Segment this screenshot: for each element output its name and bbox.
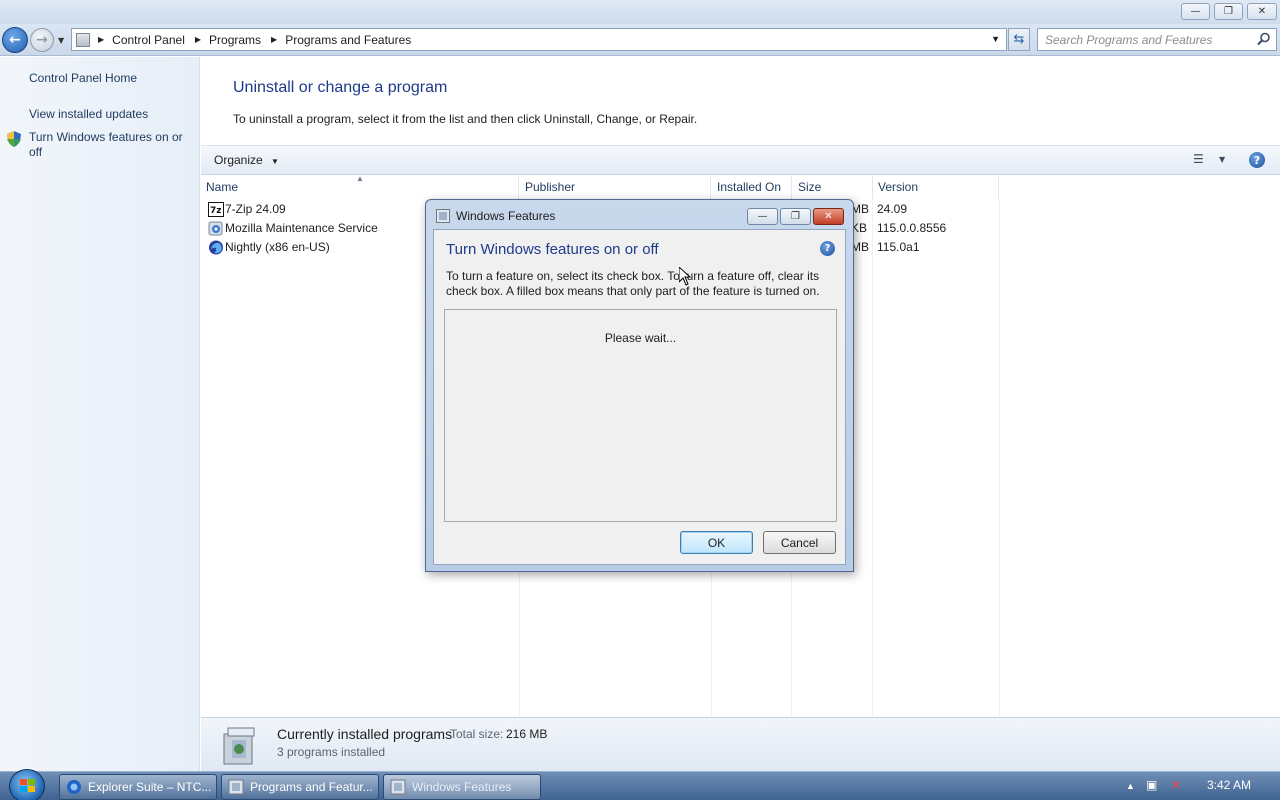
search-icon[interactable] [1257, 32, 1271, 46]
details-pane: Currently installed programs Total size:… [201, 717, 1280, 771]
taskbar-item-programs-and-features[interactable]: Programs and Featur... [221, 774, 379, 800]
taskbar-item-windows-features[interactable]: Windows Features [383, 774, 541, 800]
total-size-label: Total size: [450, 727, 504, 741]
breadcrumb-programs-and-features[interactable]: Programs and Features [285, 33, 411, 47]
minimize-button[interactable]: — [1181, 3, 1210, 20]
command-bar: Organize ▼ ☰ ▼ ? [201, 145, 1280, 175]
search-input[interactable] [1038, 29, 1248, 50]
dialog-title: Windows Features [456, 209, 556, 223]
search-box[interactable] [1037, 28, 1277, 51]
program-name: Mozilla Maintenance Service [225, 221, 378, 235]
taskbar-item-label: Explorer Suite – NTC... [88, 780, 212, 794]
page-title: Uninstall or change a program [233, 79, 448, 96]
browser-icon [67, 780, 81, 794]
clock[interactable]: 3:42 AM [1207, 778, 1251, 792]
programs-count: 3 programs installed [277, 745, 386, 759]
dialog-body: Turn Windows features on or off ? To tur… [433, 229, 846, 565]
column-headers: Name ▲ Publisher Installed On Size Versi… [201, 174, 1280, 200]
dialog-heading: Turn Windows features on or off [446, 241, 659, 258]
svg-text:7z: 7z [210, 206, 222, 216]
ok-button[interactable]: OK [680, 531, 753, 554]
chevron-down-icon: ▼ [271, 157, 279, 166]
programs-box-icon [223, 727, 255, 765]
start-button[interactable] [9, 769, 45, 800]
program-version: 115.0a1 [877, 240, 920, 254]
chevron-right-icon[interactable]: ▶ [195, 35, 201, 44]
address-bar[interactable]: ▶ Control Panel ▶ Programs ▶ Programs an… [71, 28, 1007, 51]
organize-label: Organize [214, 153, 263, 167]
back-button[interactable]: ← [2, 27, 28, 53]
page-description: To uninstall a program, select it from t… [233, 112, 698, 126]
refresh-icon: ⇆ [1013, 32, 1025, 47]
column-header-version[interactable]: Version [873, 176, 999, 200]
sidebar-item-turn-windows-features[interactable]: Turn Windows features on or off [29, 130, 194, 160]
taskbar-item-label: Windows Features [412, 780, 512, 794]
program-version: 24.09 [877, 202, 908, 216]
sort-ascending-icon: ▲ [356, 174, 364, 183]
column-header-size[interactable]: Size [793, 176, 873, 200]
view-options-button[interactable]: ☰ [1193, 152, 1204, 166]
show-hidden-icons-button[interactable]: ▲ [1126, 781, 1135, 791]
program-version: 115.0.0.8556 [877, 221, 947, 235]
windows-logo-icon [20, 779, 35, 792]
features-tree-list[interactable]: Please wait... [444, 309, 837, 522]
back-arrow-icon: ← [9, 32, 21, 48]
help-icon[interactable]: ? [1249, 152, 1265, 168]
control-panel-icon [228, 779, 244, 795]
installed-programs-title: Currently installed programs [277, 726, 453, 742]
cancel-button[interactable]: Cancel [763, 531, 836, 554]
taskbar-item-label: Programs and Featur... [250, 780, 373, 794]
restore-button[interactable]: ❐ [1214, 3, 1243, 20]
left-navigation-pane: Control Panel Home View installed update… [0, 57, 200, 771]
windows-features-icon [436, 209, 450, 223]
column-divider [999, 200, 1000, 718]
shield-icon [7, 131, 21, 147]
column-header-installed-on[interactable]: Installed On [712, 176, 792, 200]
recent-pages-dropdown[interactable]: ▼ [58, 36, 64, 45]
sidebar-item-view-installed-updates[interactable]: View installed updates [29, 107, 148, 122]
column-header-label: Name [206, 180, 239, 194]
total-size-value: 216 MB [506, 727, 548, 741]
taskbar-item-explorer-suite[interactable]: Explorer Suite – NTC... [59, 774, 217, 800]
forward-arrow-icon: → [36, 32, 48, 48]
firefox-nightly-icon [209, 240, 223, 255]
control-panel-icon [76, 32, 90, 47]
column-divider [872, 200, 873, 718]
network-icon[interactable]: ▣ [1146, 778, 1157, 792]
column-header-name[interactable]: Name ▲ [201, 174, 519, 200]
address-dropdown-icon[interactable]: ▼ [991, 34, 1000, 44]
mozilla-maintenance-icon [208, 221, 223, 236]
dialog-close-button[interactable]: ✕ [813, 208, 844, 225]
dialog-minimize-button[interactable]: — [747, 208, 778, 225]
chevron-right-icon[interactable]: ▶ [98, 35, 104, 44]
forward-button[interactable]: → [30, 28, 54, 52]
program-name: 7-Zip 24.09 [225, 202, 286, 216]
loading-message: Please wait... [604, 331, 677, 345]
windows-features-dialog: Windows Features — ❐ ✕ Turn Windows feat… [425, 199, 854, 572]
mouse-cursor-icon [679, 267, 691, 286]
refresh-button[interactable]: ⇆ [1008, 28, 1030, 51]
sidebar-item-control-panel-home[interactable]: Control Panel Home [29, 71, 137, 86]
breadcrumb-programs[interactable]: Programs [209, 33, 261, 47]
volume-muted-icon[interactable]: ✕ [1171, 778, 1181, 792]
dialog-help-icon[interactable]: ? [820, 241, 835, 256]
program-name: Nightly (x86 en-US) [225, 240, 330, 254]
window-titlebar: — ❐ ✕ [0, 0, 1280, 24]
breadcrumb-control-panel[interactable]: Control Panel [112, 33, 185, 47]
taskbar: Explorer Suite – NTC... Programs and Fea… [0, 769, 1280, 800]
dialog-instructions: To turn a feature on, select its check b… [446, 269, 820, 298]
details-view-icon: ☰ [1193, 152, 1204, 166]
close-button[interactable]: ✕ [1247, 3, 1277, 20]
view-dropdown-icon[interactable]: ▼ [1219, 155, 1225, 164]
address-toolbar: ← → ▼ ▶ Control Panel ▶ Programs ▶ Progr… [0, 24, 1280, 56]
windows-features-icon [390, 779, 406, 795]
column-header-publisher[interactable]: Publisher [520, 176, 711, 200]
chevron-right-icon[interactable]: ▶ [271, 35, 277, 44]
dialog-maximize-button[interactable]: ❐ [780, 208, 811, 225]
organize-menu-button[interactable]: Organize ▼ [214, 153, 279, 167]
7zip-icon: 7z [208, 202, 224, 217]
